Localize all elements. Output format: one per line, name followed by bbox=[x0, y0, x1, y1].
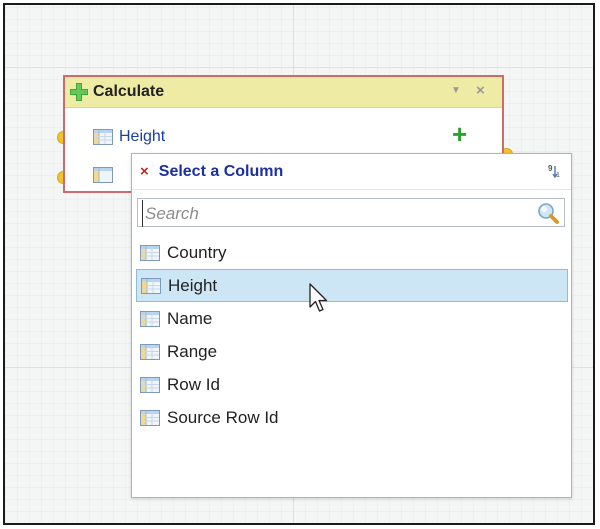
node-column-row[interactable] bbox=[93, 167, 113, 183]
table-column-icon bbox=[93, 167, 113, 183]
list-item-label: Country bbox=[167, 242, 227, 262]
list-item-selected[interactable]: Height bbox=[136, 269, 568, 302]
select-column-popup: × Select a Column 9 1 Country Height Nam… bbox=[131, 153, 572, 498]
list-item[interactable]: Country bbox=[136, 236, 568, 269]
table-column-icon bbox=[93, 129, 113, 145]
mouse-pointer-icon bbox=[309, 283, 328, 312]
node-column-row[interactable]: Height bbox=[93, 128, 165, 146]
green-plus-icon bbox=[70, 83, 88, 101]
list-item-label: Height bbox=[168, 275, 218, 295]
list-item[interactable]: Source Row Id bbox=[136, 401, 568, 434]
list-item[interactable]: Range bbox=[136, 335, 568, 368]
table-column-icon bbox=[140, 310, 160, 327]
list-item-label: Range bbox=[167, 341, 218, 361]
node-header[interactable]: Calculate ▼ × bbox=[65, 77, 502, 108]
list-item-label: Source Row Id bbox=[167, 407, 279, 427]
search-input[interactable] bbox=[142, 200, 527, 227]
chevron-down-icon[interactable]: ▼ bbox=[451, 85, 461, 96]
popup-header: × Select a Column 9 1 bbox=[132, 154, 571, 190]
add-column-icon[interactable]: + bbox=[452, 121, 467, 147]
table-column-icon bbox=[141, 277, 161, 294]
list-item-label: Name bbox=[167, 308, 213, 328]
search-icon[interactable] bbox=[536, 201, 560, 225]
list-item[interactable]: Row Id bbox=[136, 368, 568, 401]
popup-title: Select a Column bbox=[158, 162, 284, 180]
column-list: Country Height Name Range Row Id Source … bbox=[136, 236, 568, 434]
svg-text:9: 9 bbox=[548, 164, 553, 173]
node-title: Calculate bbox=[93, 83, 165, 100]
close-icon[interactable]: × bbox=[476, 82, 485, 99]
sort-numeric-icon[interactable]: 9 1 bbox=[547, 163, 563, 179]
column-label[interactable]: Height bbox=[119, 128, 165, 146]
search-box bbox=[137, 198, 565, 227]
table-column-icon bbox=[140, 343, 160, 360]
table-column-icon bbox=[140, 409, 160, 426]
table-column-icon bbox=[140, 376, 160, 393]
list-item-label: Row Id bbox=[167, 374, 220, 394]
list-item[interactable]: Name bbox=[136, 302, 568, 335]
close-icon[interactable]: × bbox=[140, 163, 149, 180]
table-column-icon bbox=[140, 244, 160, 261]
